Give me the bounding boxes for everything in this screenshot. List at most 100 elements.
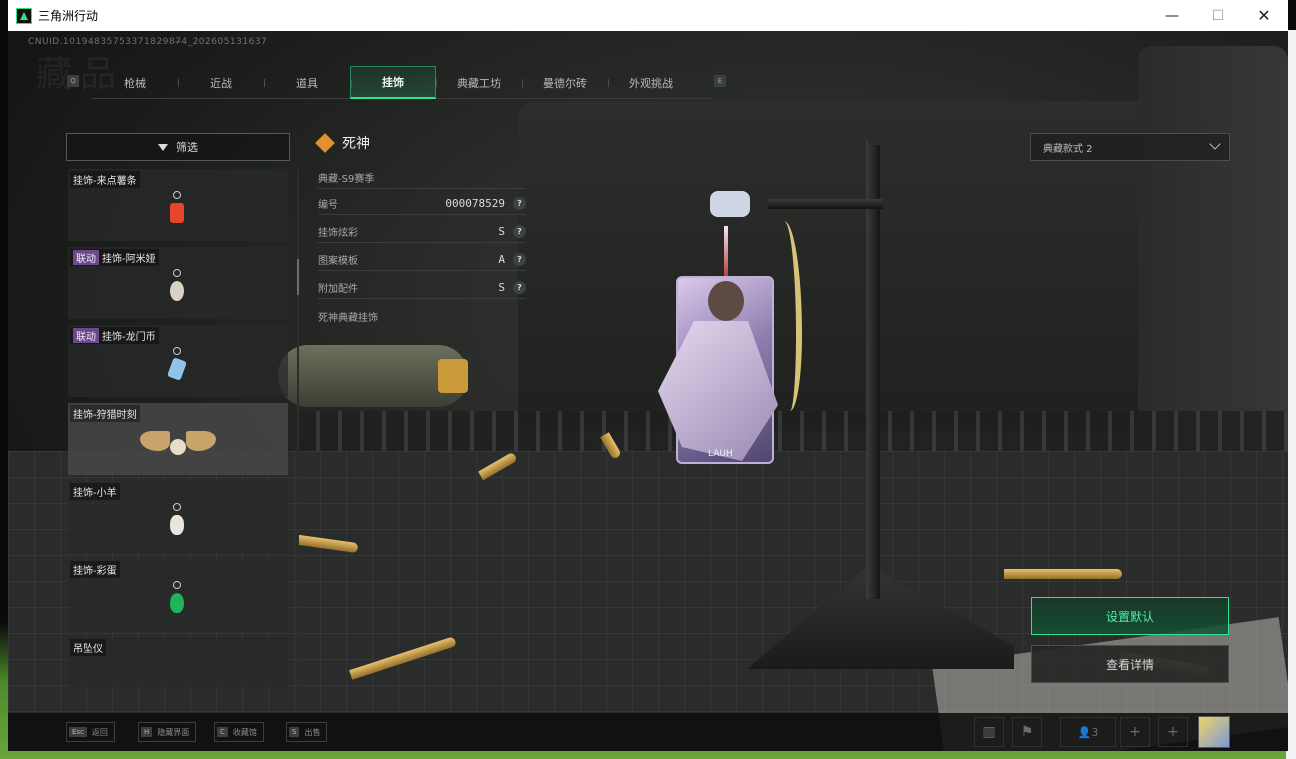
hint-collection[interactable]: C 收藏馆 <box>214 722 264 742</box>
row-value: 000078529 <box>445 197 505 210</box>
key-s: S <box>289 727 300 737</box>
detail-row-accessory: 附加配件 S ? <box>318 277 526 299</box>
filter-icon <box>158 143 168 151</box>
tab-workshop[interactable]: 典藏工坊 <box>436 66 522 99</box>
detail-row-serial: 编号 000078529 ? <box>318 193 526 215</box>
reaper-figure-head <box>708 281 744 321</box>
stand-arm <box>768 199 883 209</box>
squad-icon: 👤 <box>1077 725 1092 739</box>
window-titlebar: 三角洲行动 — ☐ ✕ <box>8 0 1288 31</box>
game-viewport: LAUH 藏品 CNUID.1019483575337182987̶4_2026… <box>8 31 1288 751</box>
game-window: 三角洲行动 — ☐ ✕ LAUH 藏品 CNUID.10194835753371… <box>8 0 1288 751</box>
item-name: 挂饰-彩蛋 <box>73 566 117 577</box>
key-esc: Esc <box>69 727 87 737</box>
footer-label: 死神典藏挂饰 <box>318 312 378 324</box>
list-item[interactable]: 吊坠仪 <box>68 637 288 687</box>
tab-mandel-brick[interactable]: 曼德尔砖 <box>522 66 608 99</box>
hint-hide-ui[interactable]: H 隐藏界面 <box>138 722 197 742</box>
hint-label: 隐藏界面 <box>157 727 190 737</box>
style-dropdown[interactable]: 典藏款式 2 <box>1030 133 1230 161</box>
antler-charm-icon <box>140 427 216 457</box>
maximize-button[interactable]: ☐ <box>1195 0 1241 31</box>
tab-charms[interactable]: 挂饰 <box>350 66 436 99</box>
tab-guns[interactable]: 枪械 <box>92 66 178 99</box>
row-label: 附加配件 <box>318 284 358 295</box>
filter-label: 筛选 <box>176 141 198 154</box>
key-h: H <box>141 727 153 737</box>
uid-text: CNUID.1019483575337182987̶4_202605131637 <box>28 37 268 47</box>
amiya-charm-icon <box>168 269 186 309</box>
row-value: S <box>498 225 505 238</box>
detail-row-pattern: 图案模板 A ? <box>318 249 526 271</box>
set-default-button[interactable]: 设置默认 <box>1031 597 1229 635</box>
list-item[interactable]: 挂饰-小羊 <box>68 481 288 553</box>
stats-icon[interactable]: ▥ <box>974 717 1004 747</box>
row-value: S <box>498 281 505 294</box>
fries-charm-icon <box>168 191 186 231</box>
item-name: 挂饰-来点薯条 <box>73 176 137 187</box>
prev-tab-key[interactable]: Q <box>67 75 79 87</box>
list-item[interactable]: 联动 挂饰-阿米娅 <box>68 247 288 319</box>
hint-sell[interactable]: S 出售 <box>286 722 328 742</box>
help-icon[interactable]: ? <box>513 281 526 294</box>
collab-tag: 联动 <box>73 328 99 343</box>
key-c: C <box>217 727 228 737</box>
category-tabs: 枪械 近战 道具 挂饰 典藏工坊 曼德尔砖 外观挑战 <box>92 66 712 99</box>
hint-label: 返回 <box>91 727 108 737</box>
window-title: 三角洲行动 <box>38 9 99 23</box>
season-label: 典藏-S9赛季 <box>318 174 375 185</box>
item-name: 挂饰-小羊 <box>73 488 117 499</box>
hint-label: 收藏馆 <box>232 727 257 737</box>
tab-melee[interactable]: 近战 <box>178 66 264 99</box>
stand-top <box>868 135 888 145</box>
help-icon[interactable]: ? <box>513 225 526 238</box>
next-tab-key[interactable]: E <box>714 75 726 87</box>
row-value: A <box>498 253 505 266</box>
filter-button[interactable]: 筛选 <box>66 133 290 161</box>
list-scrollbar[interactable] <box>297 169 299 687</box>
skeleton-hand <box>710 191 750 217</box>
detail-title: 死神 <box>342 136 370 152</box>
list-item[interactable]: 挂饰-来点薯条 <box>68 169 288 241</box>
row-label: 编号 <box>318 200 338 211</box>
list-item-selected[interactable]: 挂饰-狩猎时刻 <box>68 403 288 475</box>
collab-tag: 联动 <box>73 250 99 265</box>
squad-button[interactable]: 👤 3 <box>1060 717 1116 747</box>
add-slot-button[interactable]: + <box>1120 717 1150 747</box>
hint-back[interactable]: Esc 返回 <box>66 722 115 742</box>
list-scrollbar-thumb[interactable] <box>297 259 299 295</box>
oil-can-cap <box>438 359 468 393</box>
item-name: 挂饰-狩猎时刻 <box>73 410 137 421</box>
help-icon[interactable]: ? <box>513 197 526 210</box>
flag-icon[interactable]: ⚑ <box>1012 717 1042 747</box>
hint-label: 出售 <box>304 727 321 737</box>
egg-charm-icon <box>168 581 186 621</box>
tab-appearance-challenge[interactable]: 外观挑战 <box>608 66 694 99</box>
view-detail-button[interactable]: 查看详情 <box>1031 645 1229 683</box>
add-slot-button[interactable]: + <box>1158 717 1188 747</box>
list-item[interactable]: 联动 挂饰-龙门币 <box>68 325 288 397</box>
bottom-bar: Esc 返回 H 隐藏界面 C 收藏馆 S 出售 ▥ ⚑ 👤 3 + + <box>8 713 1288 751</box>
lamb-charm-icon <box>168 503 186 543</box>
minimize-button[interactable]: — <box>1149 0 1195 31</box>
row-label: 挂饰炫彩 <box>318 228 358 239</box>
rarity-diamond-icon <box>315 133 335 153</box>
bullet <box>1004 569 1122 579</box>
lungmen-coin-charm-icon <box>167 347 187 387</box>
item-name: 吊坠仪 <box>73 644 103 655</box>
tab-items[interactable]: 道具 <box>264 66 350 99</box>
detail-header: 死神 <box>315 133 370 153</box>
close-button[interactable]: ✕ <box>1241 0 1287 31</box>
list-item[interactable]: 挂饰-彩蛋 <box>68 559 288 631</box>
help-icon[interactable]: ? <box>513 253 526 266</box>
detail-footer: 死神典藏挂饰 <box>318 305 526 327</box>
season-row: 典藏-S9赛季 <box>318 167 526 189</box>
avatar[interactable] <box>1198 716 1230 748</box>
style-dropdown-value: 典藏款式 2 <box>1043 143 1093 155</box>
charm-card-label: LAUH <box>708 449 733 459</box>
charm-chain <box>724 226 728 278</box>
detail-row-color: 挂饰炫彩 S ? <box>318 221 526 243</box>
charm-list: 挂饰-来点薯条 联动 挂饰-阿米娅 联动 挂饰-龙门币 挂饰-狩猎时刻 挂饰-小… <box>66 169 290 687</box>
item-name: 挂饰-阿米娅 <box>102 254 156 265</box>
squad-count: 3 <box>1091 725 1099 739</box>
